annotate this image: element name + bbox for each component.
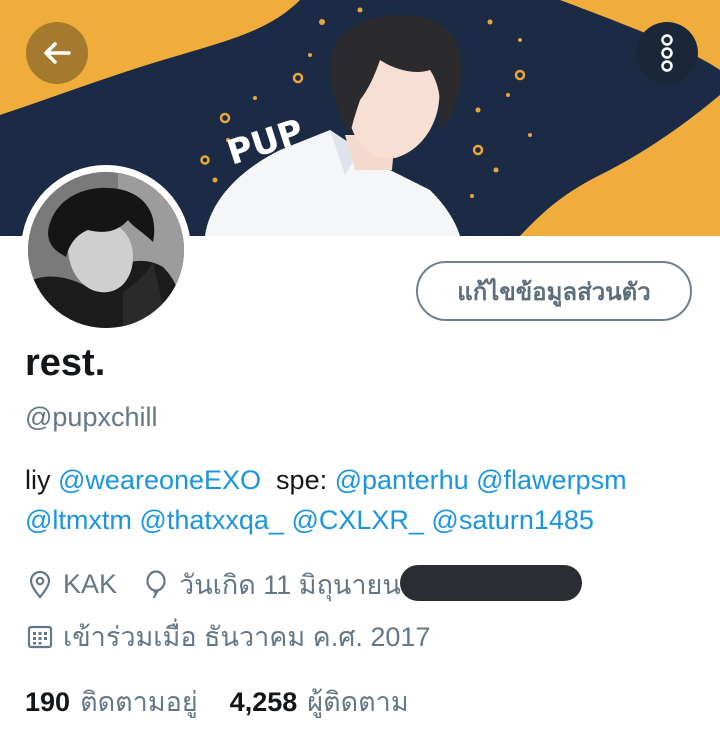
- balloon-icon: [141, 569, 171, 600]
- profile-meta-location-birthday: KAK วันเกิด 11 มิถุนายน: [25, 563, 401, 606]
- bio-text: spe:: [276, 465, 328, 495]
- following-count: 190: [25, 687, 71, 717]
- following-label: ติดตามอยู่: [80, 687, 198, 717]
- avatar-photo: [28, 172, 184, 328]
- bio-mention-link[interactable]: @CXLXR_: [291, 505, 423, 535]
- profile-meta-joined: เข้าร่วมเมื่อ ธันวาคม ค.ศ. 2017: [25, 615, 430, 658]
- follow-stats: 190 ติดตามอยู่ 4,258 ผู้ติดตาม: [25, 680, 441, 723]
- arrow-left-icon: [44, 42, 71, 64]
- location-text: KAK: [63, 569, 118, 599]
- bio-mention-link[interactable]: @weareoneEXO: [58, 465, 261, 495]
- edit-profile-button[interactable]: แก้ไขข้อมูลส่วนตัว: [416, 261, 692, 321]
- more-options-button[interactable]: [636, 22, 698, 84]
- followers-count: 4,258: [229, 687, 298, 717]
- bio-mention-link[interactable]: @flawerpsm: [476, 465, 626, 495]
- kebab-vertical-icon: [661, 34, 673, 72]
- bio-mention-link[interactable]: @panterhu: [335, 465, 469, 495]
- bio-mention-link[interactable]: @ltmxtm: [25, 505, 132, 535]
- bio-text: liy: [25, 465, 51, 495]
- back-button[interactable]: [26, 22, 88, 84]
- following-link[interactable]: 190 ติดตามอยู่: [25, 680, 198, 723]
- display-name: rest.: [25, 342, 106, 384]
- location-pin-icon: [25, 570, 55, 600]
- birthday-text: วันเกิด 11 มิถุนายน: [179, 570, 401, 600]
- followers-link[interactable]: 4,258 ผู้ติดตาม: [230, 680, 409, 723]
- calendar-icon: [25, 622, 55, 652]
- bio-mention-link[interactable]: @thatxxqa_: [139, 505, 284, 535]
- avatar[interactable]: [28, 172, 184, 328]
- joined-text: เข้าร่วมเมื่อ ธันวาคม ค.ศ. 2017: [63, 622, 431, 652]
- followers-label: ผู้ติดตาม: [307, 687, 409, 717]
- username-handle: @pupxchill: [25, 402, 158, 432]
- bio-mention-link[interactable]: @saturn1485: [431, 505, 594, 535]
- redaction-bar: [400, 565, 582, 601]
- profile-bio: liy @weareoneEXO spe: @panterhu @flawerp…: [25, 460, 705, 540]
